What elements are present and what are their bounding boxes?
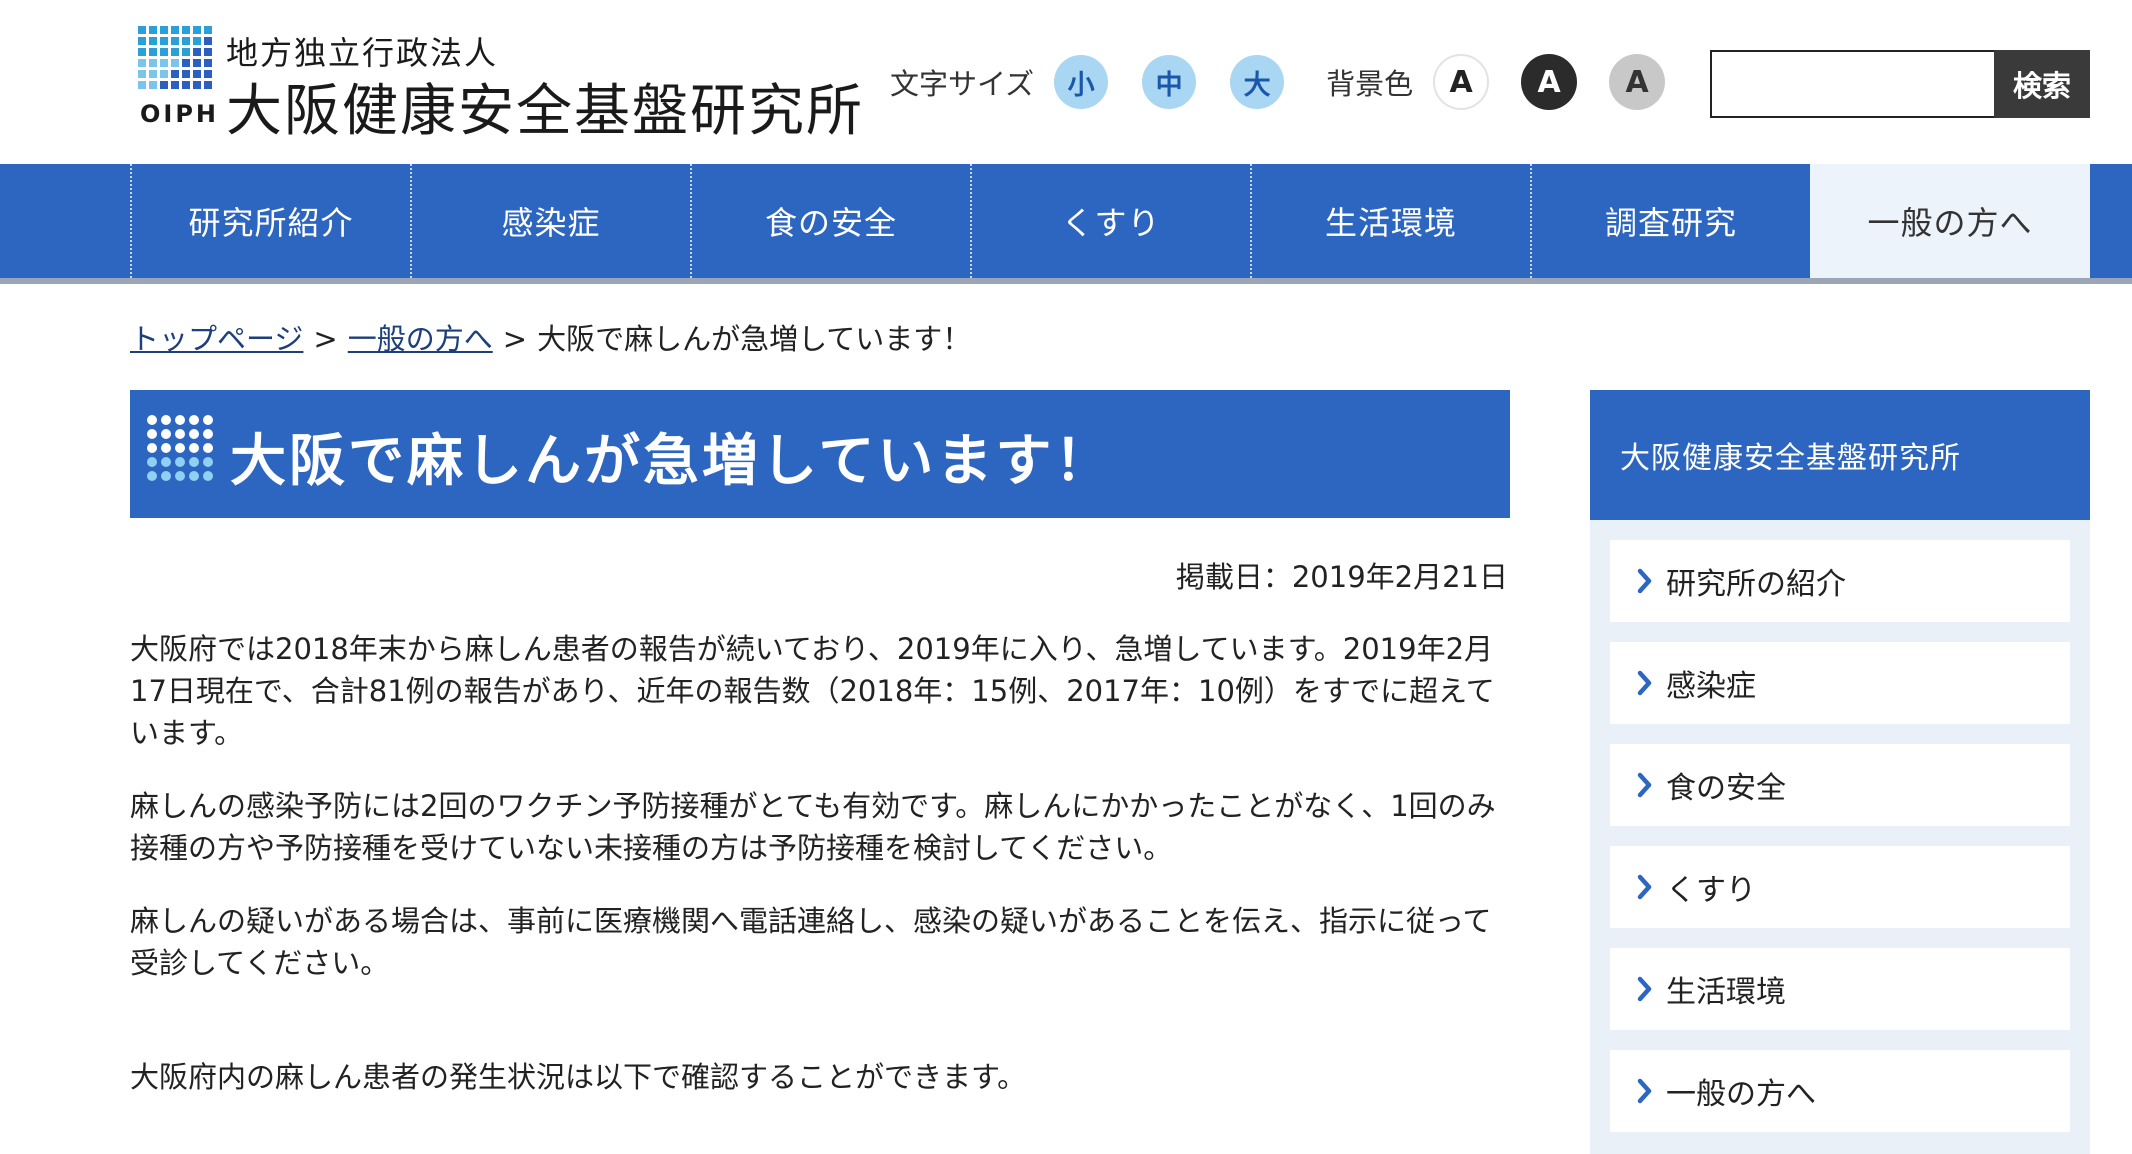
bg-color-label: 背景色 bbox=[1326, 67, 1414, 101]
sidebar-item-general-public[interactable]: 一般の方へ bbox=[1610, 1050, 2070, 1132]
sidebar-item-label: 食の安全 bbox=[1666, 771, 1786, 806]
display-tools: 文字サイズ 小 中 大 背景色 A A A bbox=[890, 50, 1697, 114]
logo-abbreviation: OIPH bbox=[140, 100, 220, 128]
nav-item-general-public[interactable]: 一般の方へ bbox=[1810, 164, 2090, 278]
sidebar-item-medicine[interactable]: くすり bbox=[1610, 846, 2070, 928]
bg-gray-button[interactable]: A bbox=[1609, 54, 1666, 110]
breadcrumb-home-link[interactable]: トップページ bbox=[130, 322, 303, 356]
breadcrumb-current: 大阪で麻しんが急増しています！ bbox=[537, 322, 972, 356]
chevron-right-icon bbox=[1637, 874, 1652, 900]
page-title: 大阪で麻しんが急増しています！ bbox=[230, 429, 1114, 494]
chevron-right-icon bbox=[1637, 568, 1652, 594]
search-input[interactable] bbox=[1710, 50, 1994, 118]
sidebar-menu: 研究所の紹介 感染症 食の安全 くすり 生活環境 一般の方へ bbox=[1590, 520, 2090, 1132]
sidebar-item-label: 生活環境 bbox=[1666, 975, 1786, 1010]
bg-black-button[interactable]: A bbox=[1521, 54, 1578, 110]
page-title-banner: 大阪で麻しんが急増しています！ bbox=[130, 390, 1510, 518]
nav-item-infectious-disease[interactable]: 感染症 bbox=[410, 164, 690, 278]
sidebar-item-infectious-disease[interactable]: 感染症 bbox=[1610, 642, 2070, 724]
logo-mark-icon bbox=[138, 26, 212, 89]
breadcrumb: トップページ > 一般の方へ > 大阪で麻しんが急増しています！ bbox=[130, 316, 971, 358]
font-size-medium-button[interactable]: 中 bbox=[1142, 55, 1197, 109]
chevron-right-icon bbox=[1637, 976, 1652, 1002]
global-nav: 研究所紹介 感染症 食の安全 くすり 生活環境 調査研究 一般の方へ bbox=[0, 164, 2132, 284]
sidebar-item-living-environment[interactable]: 生活環境 bbox=[1610, 948, 2070, 1030]
article-paragraph: 大阪府内の麻しん患者の発生状況は以下で確認することができます。 bbox=[130, 1060, 1027, 1094]
nav-item-food-safety[interactable]: 食の安全 bbox=[690, 164, 970, 278]
sidebar-item-about[interactable]: 研究所の紹介 bbox=[1610, 540, 2070, 622]
breadcrumb-parent-link[interactable]: 一般の方へ bbox=[348, 322, 493, 356]
sidebar-item-food-safety[interactable]: 食の安全 bbox=[1610, 744, 2070, 826]
article-paragraph: 麻しんの感染予防には2回のワクチン予防接種がとても有効です。麻しんにかかったこと… bbox=[130, 789, 1496, 865]
font-size-large-button[interactable]: 大 bbox=[1230, 55, 1285, 109]
site-search: 検索 bbox=[1710, 50, 2090, 118]
font-size-small-button[interactable]: 小 bbox=[1054, 55, 1109, 109]
site-header: OIPH 地方独立行政法人 大阪健康安全基盤研究所 文字サイズ 小 中 大 背景… bbox=[0, 0, 2132, 164]
bg-white-button[interactable]: A bbox=[1433, 54, 1490, 110]
sidebar-item-label: 研究所の紹介 bbox=[1666, 567, 1846, 602]
breadcrumb-separator: > bbox=[502, 322, 528, 356]
sidebar-heading: 大阪健康安全基盤研究所 bbox=[1590, 390, 2090, 520]
dots-decoration-icon bbox=[147, 415, 213, 481]
chevron-right-icon bbox=[1637, 670, 1652, 696]
font-size-label: 文字サイズ bbox=[890, 67, 1035, 101]
nav-item-living-environment[interactable]: 生活環境 bbox=[1250, 164, 1530, 278]
logo-title: 大阪健康安全基盤研究所 bbox=[226, 79, 864, 144]
sidebar-item-label: 感染症 bbox=[1666, 669, 1756, 704]
search-button[interactable]: 検索 bbox=[1994, 50, 2090, 118]
sidebar: 大阪健康安全基盤研究所 研究所の紹介 感染症 食の安全 くすり 生活環境 一般の… bbox=[1590, 390, 2090, 1154]
sidebar-item-label: くすり bbox=[1666, 873, 1756, 908]
chevron-right-icon bbox=[1637, 772, 1652, 798]
article-paragraph: 大阪府では2018年末から麻しん患者の報告が続いており、2019年に入り、急増し… bbox=[130, 632, 1495, 750]
nav-item-research[interactable]: 調査研究 bbox=[1530, 164, 1810, 278]
breadcrumb-separator: > bbox=[313, 322, 338, 356]
chevron-right-icon bbox=[1637, 1078, 1652, 1104]
sidebar-item-label: 一般の方へ bbox=[1666, 1077, 1816, 1112]
publish-date: 掲載日：2019年2月21日 bbox=[1175, 560, 1508, 594]
nav-item-about[interactable]: 研究所紹介 bbox=[130, 164, 410, 278]
article-paragraph: 麻しんの疑いがある場合は、事前に医療機関へ電話連絡し、感染の疑いがあることを伝え… bbox=[130, 904, 1492, 980]
nav-item-medicine[interactable]: くすり bbox=[970, 164, 1250, 278]
site-logo[interactable]: OIPH 地方独立行政法人 大阪健康安全基盤研究所 bbox=[138, 26, 862, 144]
